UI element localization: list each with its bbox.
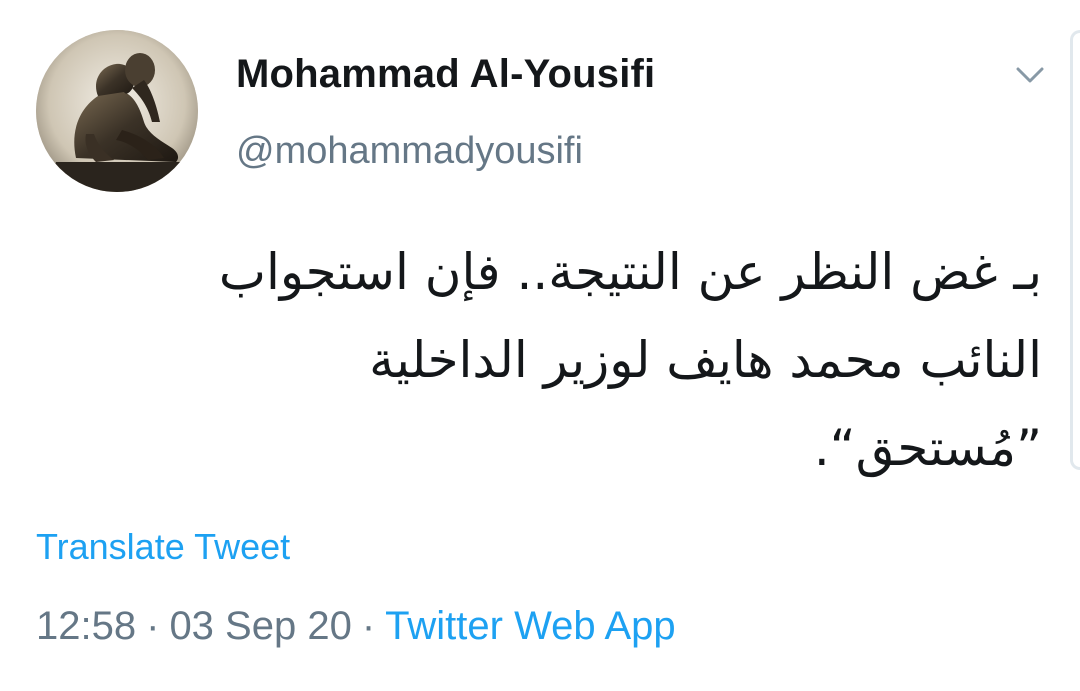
- tweet-date: 03 Sep 20: [169, 604, 352, 648]
- tweet-time: 12:58: [36, 604, 137, 648]
- tweet-text: بـ غض النظر عن النتيجة.. فإن استجواب الن…: [42, 228, 1042, 492]
- tweet-line: ”مُستحق“.: [813, 419, 1042, 477]
- avatar[interactable]: [36, 30, 198, 192]
- meta-separator: ·: [361, 604, 376, 648]
- tweet-line: النائب محمد هايف لوزير الداخلية: [369, 331, 1042, 389]
- user-handle[interactable]: @mohammadyousifi: [236, 130, 583, 173]
- scrollbar-edge: [1070, 30, 1080, 470]
- translate-tweet-link[interactable]: Translate Tweet: [36, 526, 290, 568]
- thinker-statue-icon: [36, 30, 198, 192]
- tweet-source-link[interactable]: Twitter Web App: [385, 604, 676, 648]
- meta-separator: ·: [146, 604, 160, 648]
- tweet-card: Mohammad Al-Yousifi @mohammadyousifi بـ …: [0, 0, 1080, 691]
- tweet-line: بـ غض النظر عن النتيجة.. فإن استجواب: [218, 243, 1042, 301]
- chevron-down-icon[interactable]: [1012, 60, 1048, 90]
- display-name[interactable]: Mohammad Al-Yousifi: [236, 52, 655, 97]
- tweet-meta: 12:58 · 03 Sep 20 · Twitter Web App: [36, 604, 676, 649]
